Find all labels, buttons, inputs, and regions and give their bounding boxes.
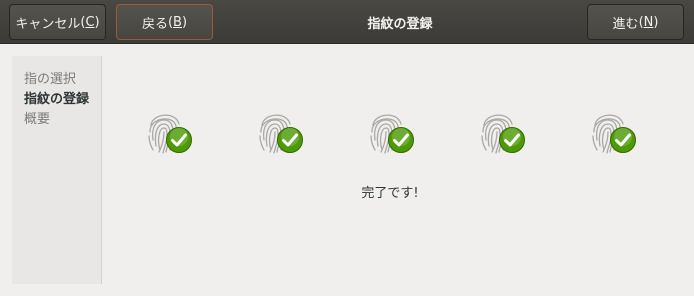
back-mnemonic: B <box>173 14 182 30</box>
fingerprint-check-graphic <box>592 114 636 154</box>
fingerprint-check-icon <box>478 106 526 158</box>
page-title: 指紋の登録 <box>367 16 433 32</box>
fingerprint-progress-row <box>0 106 694 158</box>
cancel-mnemonic: C <box>85 14 95 30</box>
fingerprint-check-graphic <box>481 114 525 154</box>
cancel-label: キャンセル <box>15 16 81 32</box>
back-label: 戻る <box>141 16 168 32</box>
fingerprint-check-graphic <box>370 114 414 154</box>
fingerprint-check-icon <box>367 106 415 158</box>
fingerprint-check-graphic <box>259 114 303 154</box>
fingerprint-check-graphic <box>148 114 192 154</box>
back-button[interactable]: 戻る(B) <box>116 4 213 40</box>
cancel-button[interactable]: キャンセル(C) <box>9 4 106 40</box>
next-mnemonic: N <box>643 14 654 30</box>
fingerprint-check-icon <box>589 106 637 158</box>
header-bar: キャンセル(C) 戻る(B) 指紋の登録 進む(N) <box>0 0 694 44</box>
next-button[interactable]: 進む(N) <box>587 4 684 40</box>
sidebar: 指の選択 指紋の登録 概要 <box>12 56 102 284</box>
fingerprint-check-icon <box>145 106 193 158</box>
sidebar-item-select-finger: 指の選択 <box>24 72 77 87</box>
status-text: 完了です! <box>361 186 419 201</box>
next-label: 進む <box>612 16 639 32</box>
fingerprint-check-icon <box>256 106 304 158</box>
